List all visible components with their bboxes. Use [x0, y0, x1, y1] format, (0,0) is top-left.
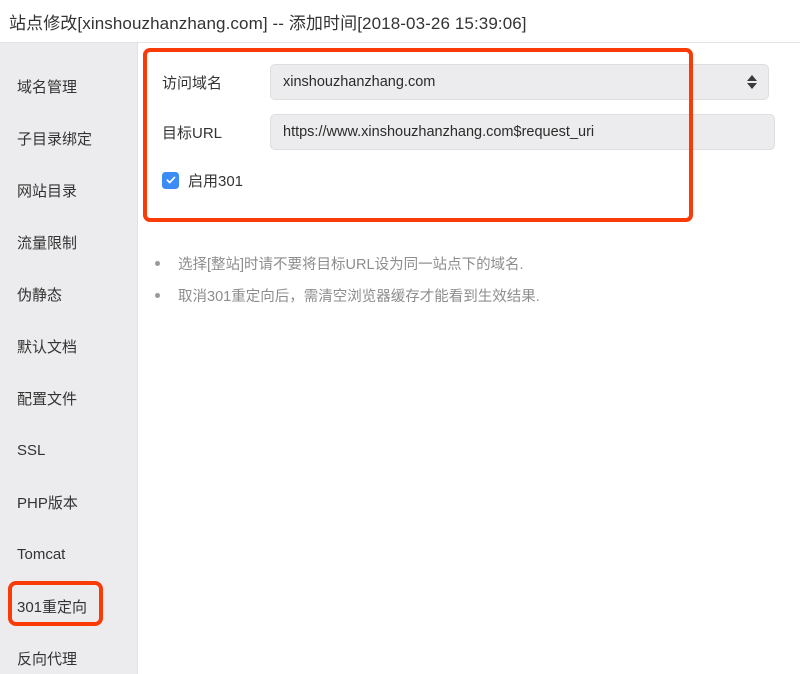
sidebar-item-label: 默认文档: [17, 338, 78, 356]
sidebar-item-reverse-proxy[interactable]: 反向代理: [0, 632, 137, 674]
chevron-updown-icon: [746, 75, 758, 89]
hint-item: 取消301重定向后，需清空浏览器缓存才能看到生效结果.: [155, 285, 540, 317]
target-url-label: 目标URL: [162, 124, 223, 142]
sidebar-item-tomcat[interactable]: Tomcat: [0, 528, 137, 580]
sidebar-item-label: 网站目录: [17, 182, 78, 200]
domain-label: 访问域名: [162, 74, 223, 92]
hint-text: 取消301重定向后，需清空浏览器缓存才能看到生效结果.: [178, 289, 540, 305]
sidebar-item-website-directory[interactable]: 网站目录: [0, 164, 137, 216]
check-icon: [166, 176, 175, 184]
sidebar-item-domain-management[interactable]: 域名管理: [0, 60, 137, 112]
target-url-input[interactable]: [270, 114, 775, 150]
hint-list: 选择[整站]时请不要将目标URL设为同一站点下的域名. 取消301重定向后，需清…: [155, 253, 540, 317]
page-title: 站点修改[xinshouzhanzhang.com] -- 添加时间[2018-…: [9, 13, 527, 33]
sidebar-item-label: 流量限制: [17, 234, 78, 252]
sidebar-item-label: 子目录绑定: [17, 130, 93, 148]
sidebar-nav: 域名管理 子目录绑定 网站目录 流量限制 伪静态 默认文档 配置文件 SSL P…: [0, 43, 138, 674]
enable-301-checkbox[interactable]: [162, 171, 179, 189]
enable-301-label[interactable]: 启用301: [188, 170, 243, 191]
sidebar-item-pseudo-static[interactable]: 伪静态: [0, 268, 137, 320]
sidebar-item-php-version[interactable]: PHP版本: [0, 476, 137, 528]
sidebar-item-label: 301重定向: [17, 598, 88, 616]
hint-item: 选择[整站]时请不要将目标URL设为同一站点下的域名.: [155, 253, 540, 285]
sidebar-item-default-document[interactable]: 默认文档: [0, 320, 137, 372]
bullet-icon: [155, 261, 160, 266]
hint-text: 选择[整站]时请不要将目标URL设为同一站点下的域名.: [178, 257, 524, 273]
sidebar-item-label: PHP版本: [17, 494, 78, 512]
redirect-form: 访问域名 xinshouzhanzhang.com 目标URL 启用301: [144, 57, 794, 201]
sidebar-item-301-redirect[interactable]: 301重定向: [0, 580, 137, 632]
domain-select-value: xinshouzhanzhang.com: [283, 74, 436, 90]
sidebar-item-label: 反向代理: [17, 650, 78, 668]
sidebar-item-label: 配置文件: [17, 390, 78, 408]
sidebar-item-subdirectory-binding[interactable]: 子目录绑定: [0, 112, 137, 164]
sidebar-item-traffic-limit[interactable]: 流量限制: [0, 216, 137, 268]
sidebar-item-ssl[interactable]: SSL: [0, 424, 137, 476]
sidebar-item-config-file[interactable]: 配置文件: [0, 372, 137, 424]
bullet-icon: [155, 293, 160, 298]
sidebar-item-list: 域名管理 子目录绑定 网站目录 流量限制 伪静态 默认文档 配置文件 SSL P…: [0, 43, 137, 674]
domain-row: 访问域名 xinshouzhanzhang.com: [144, 57, 794, 107]
domain-select[interactable]: xinshouzhanzhang.com: [270, 64, 769, 100]
window-header: 站点修改[xinshouzhanzhang.com] -- 添加时间[2018-…: [0, 0, 800, 43]
sidebar-item-label: 域名管理: [17, 78, 78, 96]
sidebar-item-label: SSL: [17, 441, 46, 459]
sidebar-item-label: 伪静态: [17, 286, 63, 304]
main-content: 访问域名 xinshouzhanzhang.com 目标URL 启用301: [139, 43, 800, 674]
sidebar-item-label: Tomcat: [17, 545, 66, 563]
enable-301-row: 启用301: [144, 159, 794, 201]
target-url-row: 目标URL: [144, 107, 794, 157]
